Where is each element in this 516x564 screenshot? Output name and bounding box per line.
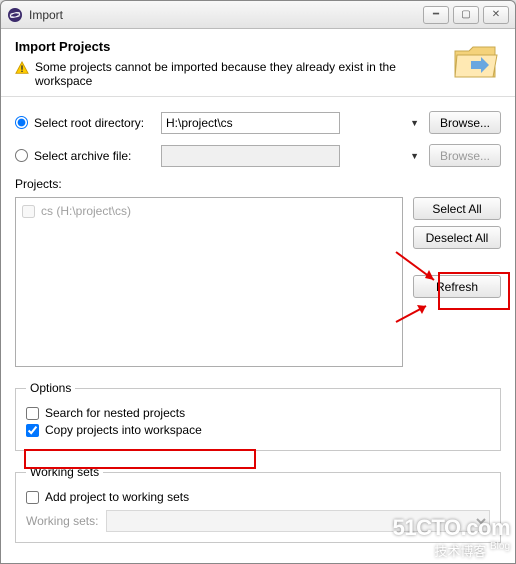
projects-area: cs (H:\project\cs) Select All Deselect A…: [15, 197, 501, 367]
project-item-label: cs (H:\project\cs): [41, 204, 131, 218]
eclipse-icon: [7, 7, 23, 23]
chevron-down-icon: ▼: [410, 118, 419, 128]
watermark-line2: 技术博客 Blog: [393, 541, 510, 560]
chevron-down-icon: ▼: [410, 151, 419, 161]
projects-list[interactable]: cs (H:\project\cs): [15, 197, 403, 367]
window-title: Import: [29, 8, 423, 22]
projects-label: Projects:: [15, 177, 501, 191]
archive-file-input: [161, 145, 340, 167]
working-sets-legend: Working sets: [26, 465, 103, 479]
archive-file-row: Select archive file: ▼ Browse...: [15, 144, 501, 167]
options-group: Options Search for nested projects Copy …: [15, 381, 501, 451]
project-checkbox: [22, 205, 35, 218]
archive-file-text: Select archive file:: [34, 149, 131, 163]
browse-root-button[interactable]: Browse...: [429, 111, 501, 134]
copy-into-workspace-label: Copy projects into workspace: [45, 423, 202, 437]
titlebar: Import ━ ▢ ✕: [1, 1, 515, 29]
browse-archive-button: Browse...: [429, 144, 501, 167]
select-all-button[interactable]: Select All: [413, 197, 501, 220]
window-buttons: ━ ▢ ✕: [423, 6, 509, 24]
working-sets-row-label: Working sets:: [26, 514, 98, 528]
watermark: 51CTO.com 技术博客 Blog: [393, 515, 510, 560]
watermark-line1: 51CTO.com: [393, 515, 510, 541]
import-dialog: Import ━ ▢ ✕ Import Projects Some projec…: [0, 0, 516, 564]
root-directory-input[interactable]: [161, 112, 340, 134]
root-directory-row: Select root directory: ▼ Browse...: [15, 111, 501, 134]
folder-import-icon: [451, 39, 501, 83]
warning-icon: [15, 61, 29, 75]
add-to-working-sets-label: Add project to working sets: [45, 490, 189, 504]
archive-file-radio[interactable]: [15, 149, 28, 162]
search-nested-label: Search for nested projects: [45, 406, 185, 420]
deselect-all-button[interactable]: Deselect All: [413, 226, 501, 249]
project-item: cs (H:\project\cs): [22, 204, 396, 218]
projects-side-buttons: Select All Deselect All Refresh: [413, 197, 501, 367]
archive-file-radio-label[interactable]: Select archive file:: [15, 149, 155, 163]
options-legend: Options: [26, 381, 75, 395]
root-directory-radio-label[interactable]: Select root directory:: [15, 116, 155, 130]
refresh-button[interactable]: Refresh: [413, 275, 501, 298]
header-title: Import Projects: [15, 39, 443, 54]
root-directory-text: Select root directory:: [34, 116, 144, 130]
header-warning: Some projects cannot be imported because…: [35, 60, 443, 88]
search-nested-checkbox[interactable]: [26, 407, 39, 420]
minimize-button[interactable]: ━: [423, 6, 449, 24]
close-button[interactable]: ✕: [483, 6, 509, 24]
add-to-working-sets-checkbox[interactable]: [26, 491, 39, 504]
dialog-header: Import Projects Some projects cannot be …: [1, 29, 515, 97]
dialog-content: Select root directory: ▼ Browse... Selec…: [1, 97, 515, 551]
copy-into-workspace-checkbox[interactable]: [26, 424, 39, 437]
maximize-button[interactable]: ▢: [453, 6, 479, 24]
root-directory-radio[interactable]: [15, 116, 28, 129]
